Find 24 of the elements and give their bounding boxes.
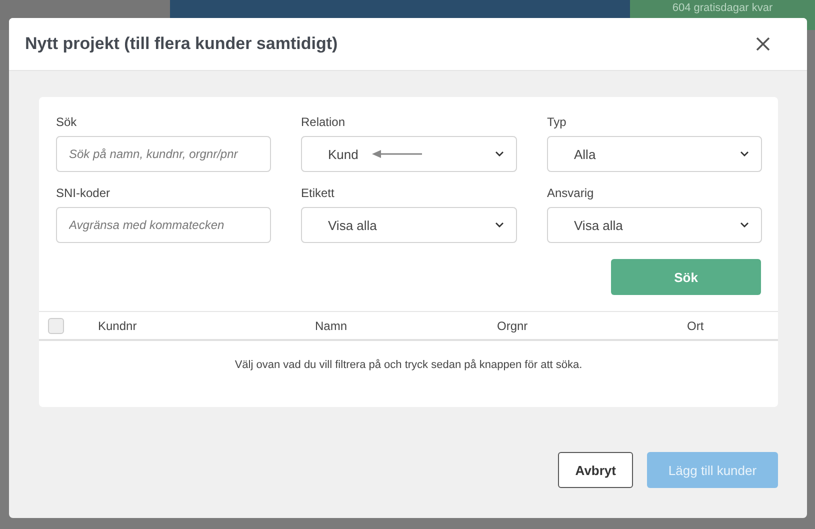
column-header: Orgnr — [497, 318, 529, 332]
close-icon[interactable] — [755, 36, 771, 52]
field-label: Sök — [56, 115, 77, 129]
field-label: Typ — [547, 115, 566, 129]
caret-icon — [495, 222, 504, 228]
caret-icon — [740, 151, 749, 157]
column-header: Namn — [315, 318, 348, 332]
select-all-checkbox[interactable] — [48, 318, 64, 334]
field-label: Relation — [301, 115, 346, 129]
field-label: Ansvarig — [547, 186, 594, 200]
column-header: Ort — [687, 318, 705, 332]
empty-message: Välj ovan vad du vill filtrera på och tryck sedan på knappen för att söka. — [234, 359, 582, 371]
dropdown[interactable]: Visa alla — [301, 207, 517, 243]
dropdown[interactable]: Kund — [301, 136, 517, 172]
field-label: SNI-koder — [56, 186, 110, 200]
caret-icon — [740, 222, 749, 228]
cancel-button[interactable]: Avbryt — [558, 452, 633, 488]
caret-icon — [495, 151, 504, 157]
search-field[interactable]: Sök på namn, kundnr, orgnr/pnr — [56, 136, 271, 172]
column-header: Kundnr — [98, 318, 138, 332]
dialog-title: Nytt projekt (till flera kunder samtidigt) — [25, 34, 338, 54]
dropdown[interactable]: Visa alla — [547, 207, 762, 243]
dropdown[interactable]: Alla — [547, 136, 762, 172]
field-label: Etikett — [301, 186, 334, 200]
